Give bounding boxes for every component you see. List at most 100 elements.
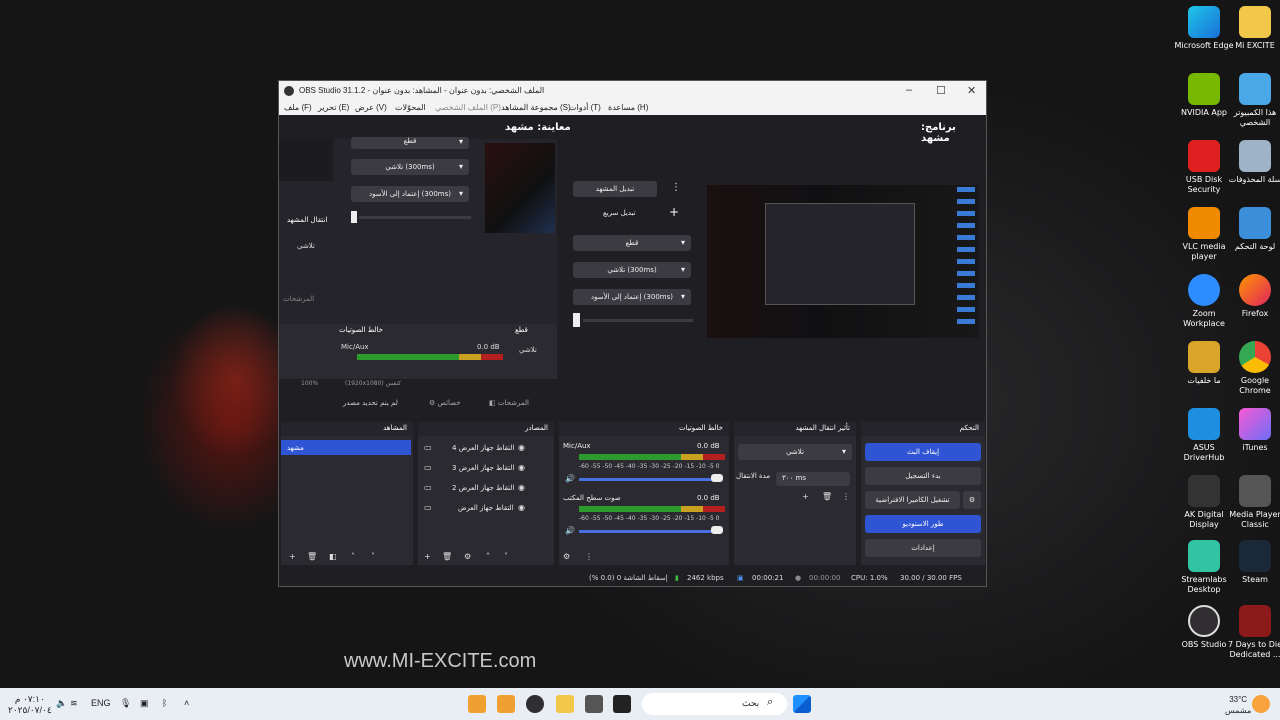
chrome-icon — [1239, 341, 1271, 373]
cpu-usage: CPU: 1.0% — [851, 574, 888, 582]
more-icon[interactable]: ⋮ — [671, 182, 681, 193]
scene-item[interactable]: مشهد — [281, 440, 411, 455]
add-icon[interactable]: + — [424, 552, 431, 561]
start-record-button[interactable]: بدء التسجيل — [865, 467, 981, 485]
menu-docks[interactable]: المحوّلات — [395, 103, 426, 112]
virtual-camera-button[interactable]: تشغيل الكاميرا الافتراضية — [865, 491, 960, 509]
menu-scene-collection[interactable]: مجموعة المشاهد (S) — [501, 103, 571, 112]
volume-handle[interactable] — [711, 474, 723, 482]
transition-select[interactable]: تلاشي — [738, 444, 852, 460]
inner-fade-label: تلاشي — [297, 242, 315, 250]
gear-icon[interactable]: ⚙ — [563, 552, 570, 561]
cut-dropdown[interactable]: قطع — [573, 235, 691, 251]
program-label: برنامج: مشهد — [921, 122, 956, 144]
bitrate: 2462 kbps — [687, 574, 724, 582]
desktop-icon-mpc[interactable]: Media Player Classic — [1225, 475, 1280, 530]
menu-view[interactable]: عرض (V) — [355, 103, 387, 112]
speaker-icon[interactable]: 🔊 — [565, 474, 575, 483]
menu-edit[interactable]: تحرير (E) — [318, 103, 349, 112]
folder-icon[interactable] — [556, 695, 574, 713]
chevron-up-icon[interactable]: ˄ — [486, 552, 490, 561]
chevron-up-icon[interactable]: ˄ — [184, 698, 189, 708]
eye-icon[interactable]: ◉ — [518, 503, 525, 512]
bluetooth-icon[interactable]: ᛒ — [162, 698, 167, 708]
filter-icon[interactable]: ◧ — [329, 552, 337, 561]
desktop-icon-folder[interactable]: Mi EXCITE — [1225, 6, 1280, 51]
chevron-down-icon[interactable]: ˅ — [504, 552, 508, 561]
gear-icon[interactable]: ⚙ — [464, 552, 471, 561]
chevron-up-icon[interactable]: ˄ — [351, 552, 355, 561]
eye-icon[interactable]: ◉ — [518, 463, 525, 472]
menu-tools[interactable]: أدوات (T) — [569, 103, 601, 112]
volume-slider[interactable] — [579, 478, 719, 481]
chevron-down-icon[interactable]: ˅ — [371, 552, 375, 561]
desktop-icon-steam[interactable]: Steam — [1225, 540, 1280, 585]
plus-icon[interactable]: + — [669, 205, 679, 219]
desktop-icon-firefox[interactable]: Firefox — [1225, 274, 1280, 319]
volume-slider[interactable] — [579, 530, 719, 533]
stop-stream-button[interactable]: إيقاف البث — [865, 443, 981, 461]
settings-button[interactable]: إعدادات — [865, 539, 981, 557]
more-icon[interactable]: ⋮ — [842, 492, 850, 501]
desktop-icon-control[interactable]: لوحة التحكم — [1225, 207, 1280, 252]
trash-icon[interactable]: 🗑 — [442, 552, 452, 561]
app-icon[interactable] — [585, 695, 603, 713]
app-icon[interactable] — [497, 695, 515, 713]
source-item[interactable]: التقاط جهاز العرض — [458, 504, 514, 512]
add-icon[interactable]: + — [802, 492, 809, 501]
black-dropdown[interactable]: إعتماد إلى الأسود (300ms) — [573, 289, 691, 305]
trash-icon[interactable]: 🗑 — [307, 552, 317, 561]
start-icon[interactable] — [793, 695, 811, 713]
scenes-panel: المشاهد مشهد + 🗑 ◧ ˄ ˅ — [281, 422, 413, 565]
app-icon[interactable] — [468, 695, 486, 713]
desktop-icon-7days[interactable]: 7 Days to Die Dedicated ... — [1225, 605, 1280, 660]
source-item[interactable]: التقاط جهاز العرض 3 — [452, 464, 514, 472]
duration-input[interactable]: ٣٠٠ ms — [776, 472, 850, 486]
menu-help[interactable]: مساعدة (H) — [608, 103, 648, 112]
app-icon[interactable] — [613, 695, 631, 713]
menu-file[interactable]: ملف (F) — [284, 103, 312, 112]
inner-fade-label-2: تلاشي — [519, 346, 537, 354]
language-indicator[interactable]: ENG — [91, 698, 111, 708]
scenes-title: المشاهد — [281, 422, 413, 436]
display-icon — [1188, 475, 1220, 507]
gear-icon[interactable]: ⚙ — [963, 491, 981, 509]
menu-profile[interactable]: الملف الشخصي (P) — [435, 103, 501, 112]
dropped-frames: إسقاط الشاشة 0 (0.0 %) — [589, 574, 668, 582]
desktop-icon-chrome[interactable]: Google Chrome — [1225, 341, 1280, 396]
trash-icon[interactable]: 🗑 — [822, 492, 832, 501]
more-icon[interactable]: ⋮ — [585, 552, 593, 561]
wifi-icon[interactable]: ≋ — [70, 698, 78, 709]
volume-handle[interactable] — [711, 526, 723, 534]
fade-dropdown[interactable]: تلاشي (300ms) — [573, 262, 691, 278]
volume-icon[interactable]: 🔈 — [56, 698, 67, 709]
streamlabs-icon — [1188, 540, 1220, 572]
properties-button[interactable]: ⚙ خصائص — [429, 399, 461, 407]
transitions-panel: تأثير انتقال المشهد تلاشي مدة الانتقال ٣… — [734, 422, 856, 565]
minimize-button[interactable]: – — [906, 84, 912, 96]
add-icon[interactable]: + — [289, 552, 296, 561]
desktop-icon-pc[interactable]: هذا الكمبيوتر الشخصي — [1225, 73, 1280, 128]
weather[interactable]: 33°C مشمس — [1225, 694, 1251, 716]
mixer-channel-name: صوت سطح المكتب — [563, 494, 621, 502]
tray-icon[interactable]: ▣ — [140, 698, 149, 709]
clock[interactable]: ٠٧:١٠ م ٢٠٢٥/٠٧/٠٤ — [8, 694, 52, 716]
preview-canvas[interactable]: قطع تلاشي (300ms) إعتماد إلى الأسود (300… — [279, 137, 557, 387]
source-item[interactable]: التقاط جهاز العرض 2 — [452, 484, 514, 492]
tbar-handle[interactable] — [573, 313, 580, 327]
source-item[interactable]: التقاط جهاز العرض 4 — [452, 444, 514, 452]
desktop-icon-itunes[interactable]: iTunes — [1225, 408, 1280, 453]
firefox-icon — [1239, 274, 1271, 306]
maximize-button[interactable]: ☐ — [936, 84, 946, 97]
change-scene-button[interactable]: تبديل المشهد — [573, 181, 657, 197]
close-button[interactable]: ✕ — [967, 84, 976, 97]
filters-button[interactable]: ◧ المرشحات — [489, 399, 529, 407]
studio-mode-button[interactable]: طور الاستوديو — [865, 515, 981, 533]
search-box[interactable]: بحث ⌕ — [642, 693, 787, 715]
speaker-icon[interactable]: 🔊 — [565, 526, 575, 535]
obs-icon[interactable] — [526, 695, 544, 713]
eye-icon[interactable]: ◉ — [518, 483, 525, 492]
eye-icon[interactable]: ◉ — [518, 443, 525, 452]
desktop-icon-recycle[interactable]: سلة المحذوفات — [1225, 140, 1280, 185]
mic-icon: 🎙 — [120, 698, 132, 708]
